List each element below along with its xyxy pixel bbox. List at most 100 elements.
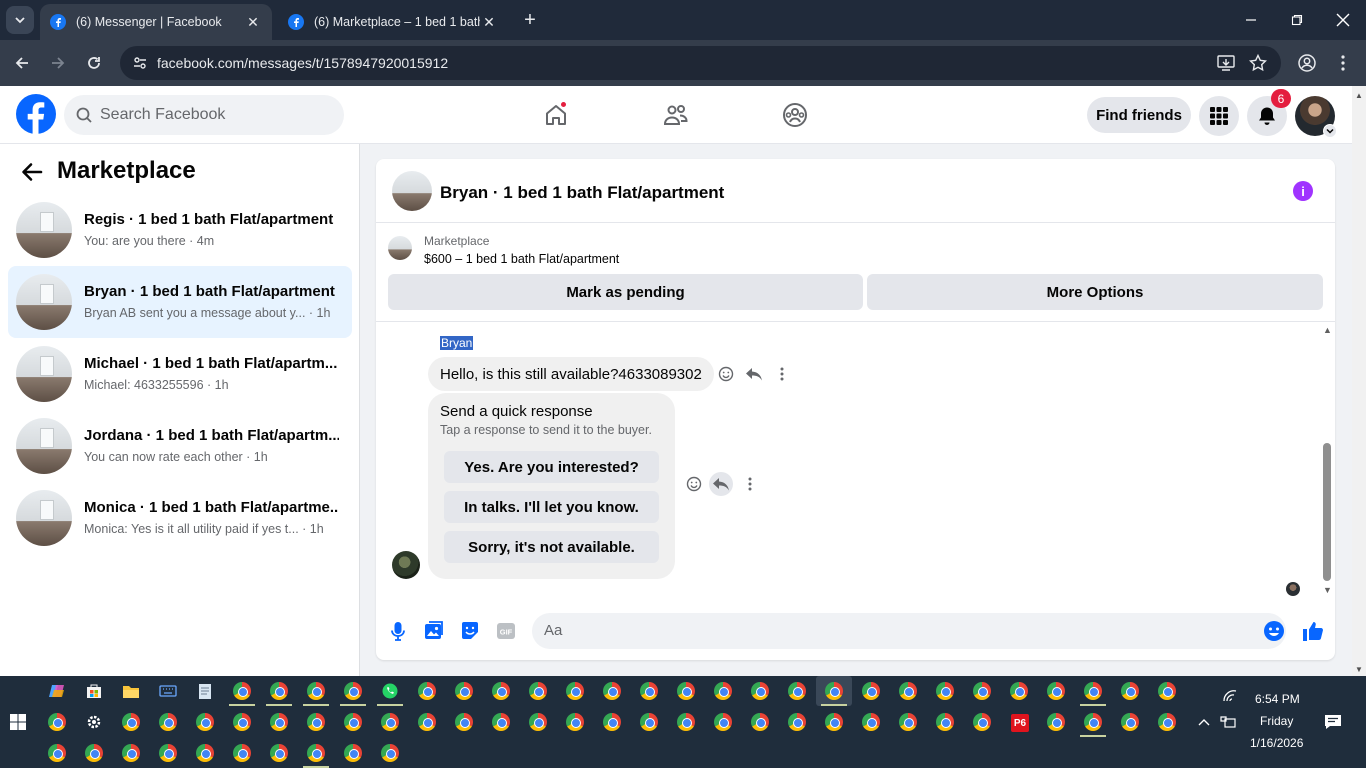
notification-center-icon[interactable] [1321, 710, 1345, 734]
chrome-icon[interactable] [1118, 710, 1142, 734]
chrome-icon[interactable] [156, 741, 180, 765]
bookmark-star-icon[interactable] [1247, 53, 1269, 73]
chrome-icon[interactable] [45, 741, 69, 765]
quick-response-in-talks-button[interactable]: In talks. I'll let you know. [444, 491, 659, 523]
chrome-icon[interactable] [304, 741, 328, 765]
chrome-icon[interactable] [267, 741, 291, 765]
account-avatar[interactable] [1295, 96, 1337, 138]
p6-app-icon[interactable]: P6 [1011, 714, 1029, 732]
chrome-icon[interactable] [193, 741, 217, 765]
conversation-item-michael[interactable]: Michael · 1 bed 1 bath Flat/apartm... Mi… [8, 338, 352, 410]
chrome-icon[interactable] [1155, 710, 1179, 734]
reply-icon[interactable] [709, 472, 733, 496]
microphone-icon[interactable] [386, 619, 410, 643]
chrome-icon[interactable] [267, 710, 291, 734]
chrome-icon[interactable] [45, 710, 69, 734]
chrome-icon[interactable] [637, 679, 661, 703]
chrome-icon[interactable] [933, 679, 957, 703]
chrome-icon[interactable] [600, 710, 624, 734]
quick-response-not-available-button[interactable]: Sorry, it's not available. [444, 531, 659, 563]
reply-icon[interactable] [742, 362, 766, 386]
reload-button[interactable] [81, 50, 107, 76]
site-info-icon[interactable] [128, 51, 152, 75]
chrome-icon[interactable] [600, 679, 624, 703]
store-icon[interactable] [82, 679, 106, 703]
chrome-icon[interactable] [711, 679, 735, 703]
listing-price-title[interactable]: $600 – 1 bed 1 bath Flat/apartment [424, 252, 619, 266]
chrome-icon[interactable] [563, 679, 587, 703]
profile-button[interactable] [1294, 50, 1320, 76]
chrome-icon[interactable] [230, 679, 254, 703]
chrome-icon[interactable] [193, 710, 217, 734]
conversation-item-regis[interactable]: Regis · 1 bed 1 bath Flat/apartment You:… [8, 194, 352, 266]
chrome-icon[interactable] [341, 741, 365, 765]
back-arrow-icon[interactable] [20, 160, 44, 184]
chrome-icon[interactable] [119, 710, 143, 734]
chrome-icon[interactable] [341, 679, 365, 703]
page-scrollbar[interactable]: ▲ ▼ [1352, 86, 1366, 676]
notepad-icon[interactable] [193, 679, 217, 703]
copilot-icon[interactable] [45, 679, 69, 703]
chevron-up-icon[interactable] [1192, 710, 1216, 734]
more-vertical-icon[interactable] [738, 472, 762, 496]
install-app-icon[interactable] [1215, 53, 1237, 73]
chrome-icon[interactable] [933, 710, 957, 734]
wifi-icon[interactable] [1218, 684, 1242, 708]
chrome-icon[interactable] [711, 710, 735, 734]
chrome-icon[interactable] [896, 710, 920, 734]
chrome-icon[interactable] [1044, 710, 1068, 734]
home-nav-button[interactable] [536, 96, 576, 134]
minimize-button[interactable] [1228, 0, 1274, 40]
message-input[interactable] [544, 622, 1244, 639]
whatsapp-icon[interactable] [378, 679, 402, 703]
clock-day[interactable]: Friday [1260, 714, 1293, 728]
chrome-icon[interactable] [637, 710, 661, 734]
scroll-down-icon[interactable]: ▼ [1355, 665, 1363, 674]
listing-avatar[interactable] [392, 171, 432, 211]
gif-icon[interactable]: GIF [494, 619, 518, 643]
conversation-item-monica[interactable]: Monica · 1 bed 1 bath Flat/apartme... Mo… [8, 482, 352, 554]
more-vertical-icon[interactable] [770, 362, 794, 386]
tab-marketplace[interactable]: (6) Marketplace – 1 bed 1 bath Fl ✕ [278, 4, 508, 40]
tab-search-button[interactable] [6, 6, 34, 34]
chrome-icon[interactable] [230, 741, 254, 765]
chrome-icon[interactable] [1044, 679, 1068, 703]
close-tab-icon[interactable]: ✕ [480, 14, 498, 31]
chrome-icon[interactable] [1007, 679, 1031, 703]
chrome-icon[interactable] [859, 679, 883, 703]
browser-menu-button[interactable] [1330, 50, 1356, 76]
chrome-icon[interactable] [82, 741, 106, 765]
more-options-button[interactable]: More Options [867, 274, 1323, 310]
back-button[interactable] [9, 50, 35, 76]
friends-nav-button[interactable] [656, 96, 696, 134]
chrome-icon[interactable] [452, 710, 476, 734]
scroll-up-icon[interactable]: ▲ [1355, 91, 1363, 100]
restore-button[interactable] [1274, 0, 1320, 40]
chrome-icon[interactable] [526, 679, 550, 703]
chrome-icon[interactable] [415, 710, 439, 734]
chrome-icon[interactable] [1081, 710, 1105, 734]
clock-time[interactable]: 6:54 PM [1255, 692, 1300, 706]
scroll-up-icon[interactable]: ▲ [1323, 325, 1332, 335]
chrome-icon[interactable] [119, 741, 143, 765]
react-emoji-icon[interactable] [682, 472, 706, 496]
chrome-icon[interactable] [415, 679, 439, 703]
chrome-icon[interactable] [156, 710, 180, 734]
chrome-icon[interactable] [859, 710, 883, 734]
groups-nav-button[interactable] [775, 96, 815, 134]
photo-icon[interactable] [422, 619, 446, 643]
forward-button[interactable] [45, 50, 71, 76]
keyboard-icon[interactable] [156, 679, 180, 703]
react-emoji-icon[interactable] [714, 362, 738, 386]
network-icon[interactable] [1216, 710, 1240, 734]
chrome-icon[interactable] [267, 679, 291, 703]
chrome-icon[interactable] [1081, 679, 1105, 703]
chrome-icon[interactable] [970, 710, 994, 734]
chrome-icon[interactable] [748, 679, 772, 703]
chrome-icon[interactable] [489, 710, 513, 734]
message-input-box[interactable] [532, 613, 1286, 649]
chrome-icon[interactable] [822, 710, 846, 734]
chrome-icon[interactable] [1155, 679, 1179, 703]
chrome-icon[interactable] [970, 679, 994, 703]
facebook-search[interactable] [64, 95, 344, 135]
